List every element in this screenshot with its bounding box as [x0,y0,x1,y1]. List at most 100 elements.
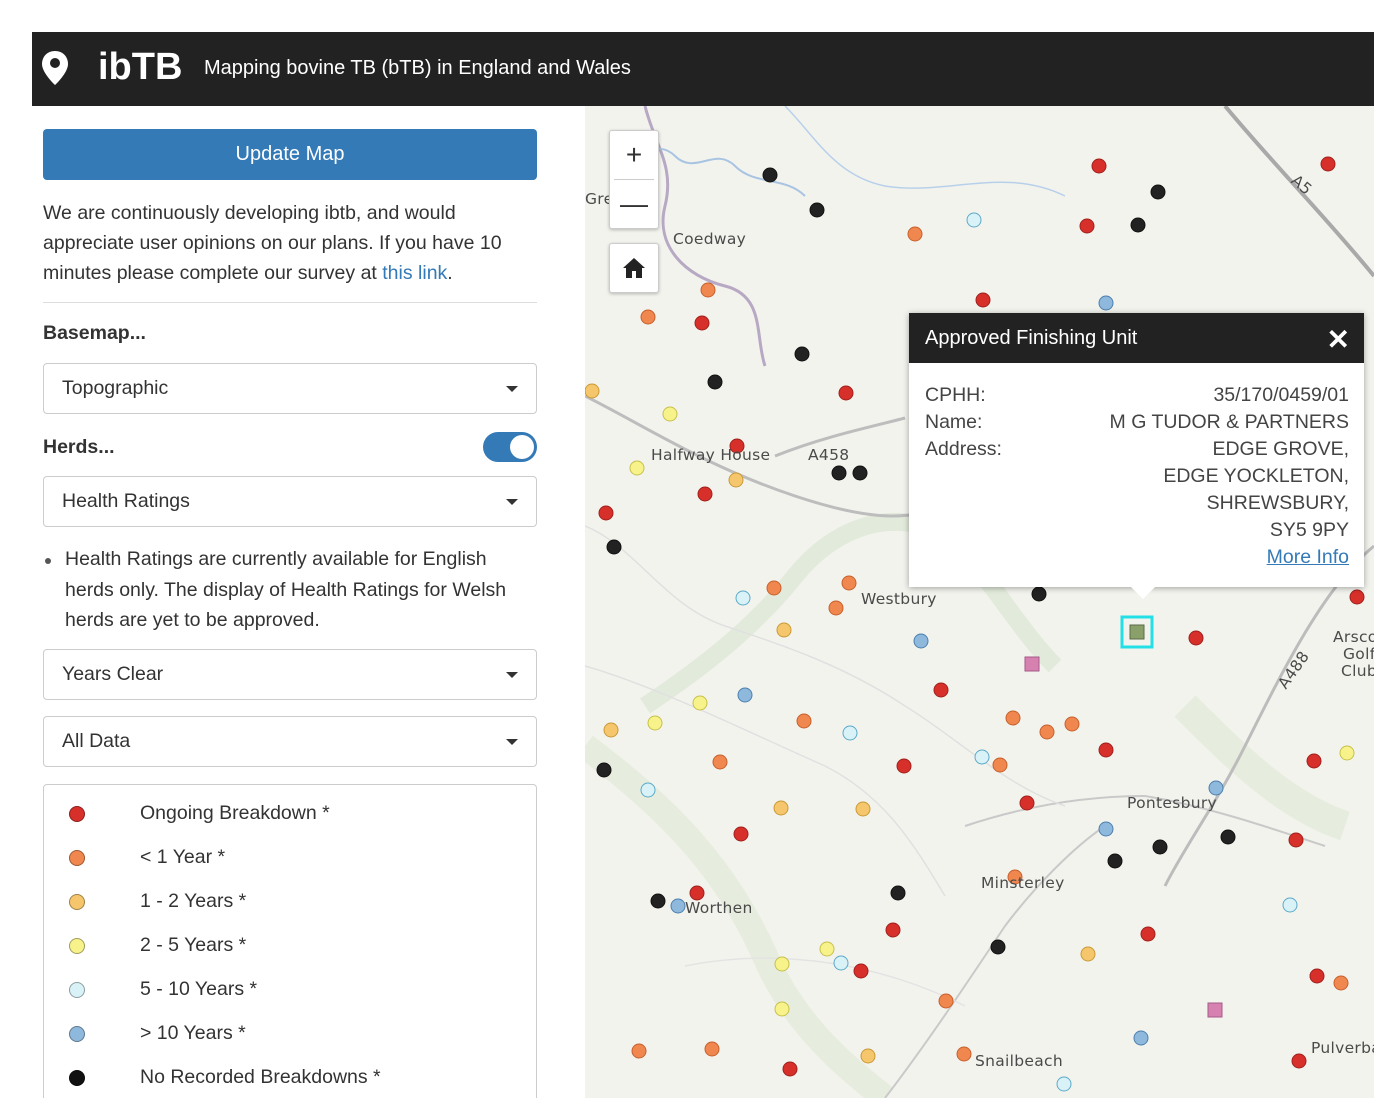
herd-marker[interactable] [737,687,753,703]
herd-marker[interactable] [966,212,982,228]
herd-marker[interactable] [1306,753,1322,769]
herd-marker[interactable] [1098,821,1114,837]
herd-marker[interactable] [1019,795,1035,811]
herd-marker[interactable] [938,993,954,1009]
herd-marker[interactable] [852,465,868,481]
herd-marker[interactable] [1031,586,1047,602]
herd-marker[interactable] [762,167,778,183]
herd-marker[interactable] [838,385,854,401]
survey-link[interactable]: this link [382,262,447,284]
herd-marker[interactable] [1056,1076,1072,1092]
zoom-in-button[interactable]: + [610,131,658,179]
herd-marker[interactable] [692,695,708,711]
herd-marker[interactable] [640,782,656,798]
herd-marker[interactable] [841,575,857,591]
herd-marker[interactable] [855,801,871,817]
home-button[interactable] [609,243,659,293]
herd-marker[interactable] [1220,829,1236,845]
herd-marker[interactable] [733,826,749,842]
herd-marker[interactable] [1188,630,1204,646]
herd-marker[interactable] [647,715,663,731]
herd-marker[interactable] [913,633,929,649]
herd-marker[interactable] [833,955,849,971]
herd-marker[interactable] [650,893,666,909]
herd-marker[interactable] [890,885,906,901]
herd-marker[interactable] [694,315,710,331]
herd-marker[interactable] [885,922,901,938]
herd-marker[interactable] [670,898,686,914]
herd-marker[interactable] [842,725,858,741]
herd-marker[interactable] [990,939,1006,955]
herd-marker[interactable] [831,465,847,481]
herd-marker[interactable] [975,292,991,308]
herd-marker[interactable] [1005,710,1021,726]
herd-marker[interactable] [819,941,835,957]
herd-marker[interactable] [1339,745,1355,761]
herd-marker[interactable] [1098,742,1114,758]
herd-marker[interactable] [1079,218,1095,234]
herd-marker[interactable] [1291,1053,1307,1069]
herd-marker[interactable] [631,1043,647,1059]
afu-marker[interactable] [1207,1002,1223,1018]
update-map-button[interactable]: Update Map [43,129,537,180]
herd-marker[interactable] [704,1041,720,1057]
herd-marker[interactable] [1080,946,1096,962]
herd-marker[interactable] [1064,716,1080,732]
herd-marker[interactable] [1208,780,1224,796]
herd-marker[interactable] [1091,158,1107,174]
herd-marker[interactable] [773,800,789,816]
herd-marker[interactable] [782,1061,798,1077]
herd-marker[interactable] [933,682,949,698]
herd-marker[interactable] [1133,1030,1149,1046]
herd-marker[interactable] [853,963,869,979]
herd-marker[interactable] [774,956,790,972]
herd-marker[interactable] [1152,839,1168,855]
herd-marker[interactable] [896,758,912,774]
herd-marker[interactable] [640,309,656,325]
herd-marker[interactable] [662,406,678,422]
herd-marker[interactable] [766,580,782,596]
herd-marker[interactable] [596,762,612,778]
herds-toggle[interactable] [483,432,537,462]
herd-marker[interactable] [603,722,619,738]
herd-marker[interactable] [794,346,810,362]
herd-marker[interactable] [828,600,844,616]
herd-marker[interactable] [712,754,728,770]
herd-marker[interactable] [606,539,622,555]
herd-marker[interactable] [1333,975,1349,991]
herd-marker[interactable] [1309,968,1325,984]
herd-marker[interactable] [907,226,923,242]
zoom-out-button[interactable]: — [610,180,658,228]
herd-marker[interactable] [1349,589,1365,605]
herd-marker[interactable] [1150,184,1166,200]
herd-marker[interactable] [860,1048,876,1064]
herd-marker[interactable] [776,622,792,638]
basemap-select[interactable]: Topographic [43,363,537,414]
herd-marker[interactable] [728,472,744,488]
herd-marker[interactable] [774,1001,790,1017]
herd-marker[interactable] [598,505,614,521]
herd-marker[interactable] [1282,897,1298,913]
more-info-link[interactable]: More Info [1267,546,1349,568]
herd-marker[interactable] [1288,832,1304,848]
herd-marker[interactable] [1039,724,1055,740]
herd-marker[interactable] [974,749,990,765]
herd-marker[interactable] [700,282,716,298]
close-icon[interactable]: ✕ [1327,323,1350,356]
years-select[interactable]: Years Clear [43,649,537,700]
herd-marker[interactable] [1140,926,1156,942]
herd-marker[interactable] [956,1046,972,1062]
selected-afu-marker[interactable] [1129,624,1145,640]
map-canvas[interactable]: Coedway Halfway House A458 Westbury Pontesbu… [585,106,1374,1098]
herd-marker[interactable] [629,460,645,476]
herd-marker[interactable] [992,757,1008,773]
herd-marker[interactable] [1130,217,1146,233]
herd-marker[interactable] [809,202,825,218]
herd-marker[interactable] [1107,853,1123,869]
herd-marker[interactable] [1098,295,1114,311]
herd-marker[interactable] [697,486,713,502]
herds-select[interactable]: Health Ratings [43,476,537,527]
herd-marker[interactable] [689,885,705,901]
herd-marker[interactable] [707,374,723,390]
brand-title[interactable]: ibTB [98,46,182,89]
